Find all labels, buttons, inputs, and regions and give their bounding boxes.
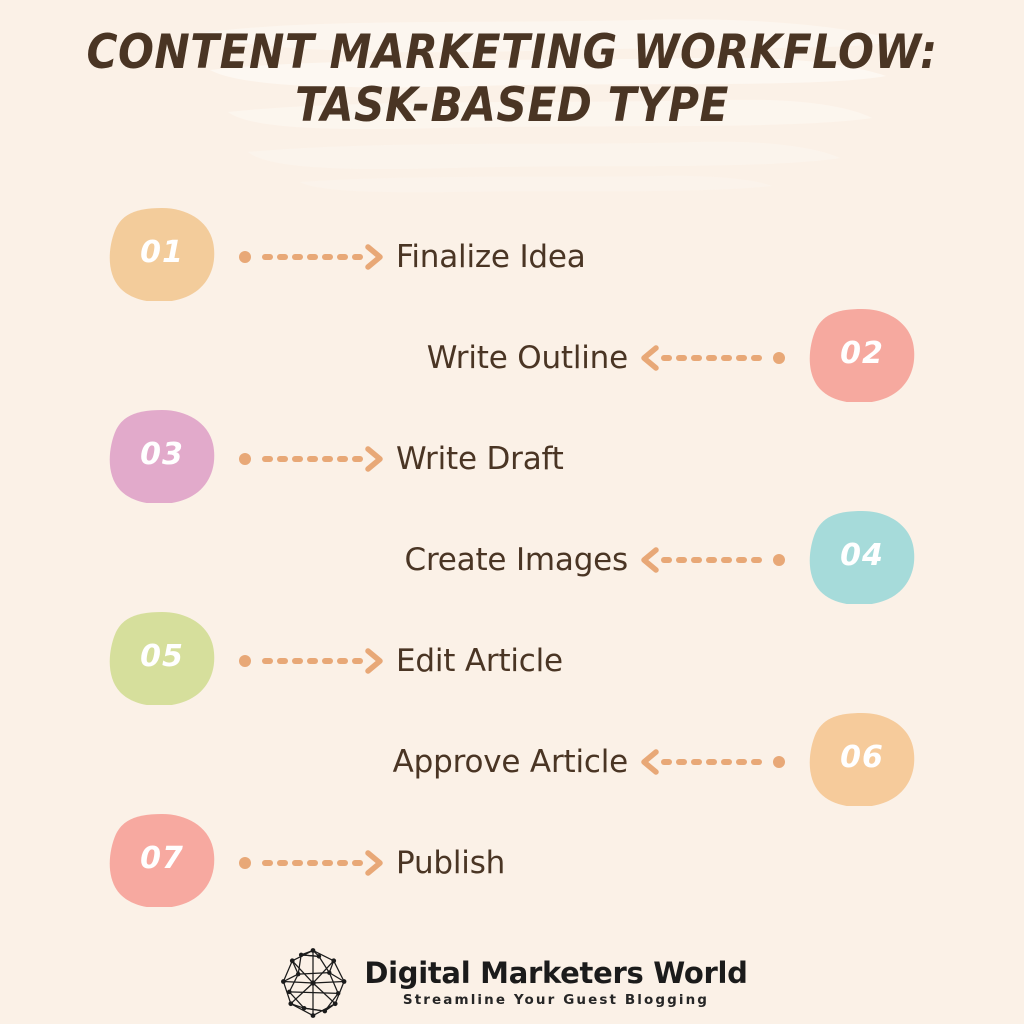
workflow-step-row: 05 Edit Article [0, 610, 1024, 711]
workflow-step-row: 01 Finalize Idea [0, 206, 1024, 307]
step-label: Edit Article [396, 642, 563, 679]
step-number: 05 [140, 639, 184, 674]
infographic-page: { "theme": { "background": "#FBF1E7", "t… [0, 0, 1024, 1024]
step-label: Create Images [404, 541, 629, 578]
brand-name: Digital Marketers World [364, 956, 748, 991]
step-number-blob[interactable]: 02 [808, 307, 916, 402]
page-title: CONTENT MARKETING WORKFLOW: TASK-BASED T… [0, 26, 1024, 132]
arrow-right-icon [238, 646, 383, 676]
step-label: Finalize Idea [396, 238, 586, 275]
title-line-2: TASK-BASED TYPE [295, 78, 729, 134]
arrow-left-icon [641, 747, 786, 777]
workflow-step-row: 03 Write Draft [0, 408, 1024, 509]
arrow-left-icon [641, 545, 786, 575]
step-number: 06 [840, 740, 884, 775]
arrow-left-icon [641, 343, 786, 373]
title-line-1: CONTENT MARKETING WORKFLOW: [86, 25, 938, 80]
step-number-blob[interactable]: 03 [108, 408, 216, 503]
step-number: 07 [140, 841, 184, 876]
logo-text-block: Digital Marketers World Streamline Your … [364, 956, 748, 1008]
step-label: Write Draft [396, 440, 564, 477]
workflow-step-row: 04 Create Images [0, 509, 1024, 610]
footer-logo: Digital Marketers World Streamline Your … [0, 946, 1024, 1020]
step-number-blob[interactable]: 06 [808, 711, 916, 806]
workflow-step-row: 02 Write Outline [0, 307, 1024, 408]
step-number-blob[interactable]: 04 [808, 509, 916, 604]
arrow-right-icon [238, 242, 383, 272]
step-number: 01 [140, 235, 184, 270]
brand-tagline: Streamline Your Guest Blogging [402, 991, 710, 1008]
workflow-step-row: 06 Approve Article [0, 711, 1024, 812]
step-label: Publish [396, 844, 506, 881]
step-label: Write Outline [426, 339, 628, 376]
workflow-steps-list: 01 Finalize Idea 02 Write Outline 03 Wri… [0, 206, 1024, 913]
step-number-blob[interactable]: 07 [108, 812, 216, 907]
step-number-blob[interactable]: 01 [108, 206, 216, 301]
network-globe-icon [276, 946, 350, 1020]
step-number-blob[interactable]: 05 [108, 610, 216, 705]
arrow-right-icon [238, 848, 383, 878]
arrow-right-icon [238, 444, 383, 474]
step-label: Approve Article [392, 743, 629, 780]
step-number: 04 [840, 538, 884, 573]
step-number: 03 [140, 437, 184, 472]
workflow-step-row: 07 Publish [0, 812, 1024, 913]
step-number: 02 [840, 336, 884, 371]
